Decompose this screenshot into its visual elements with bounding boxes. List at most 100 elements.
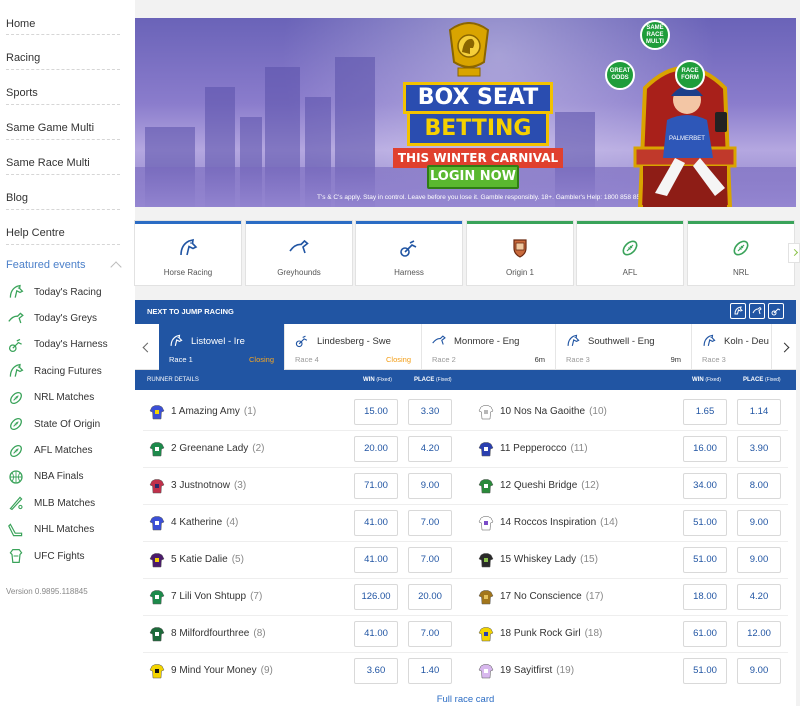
sidebar-link-same-race-multi[interactable]: Same Race Multi	[6, 140, 120, 175]
place-odds-button[interactable]: 7.00	[408, 510, 452, 536]
featured-item[interactable]: Today's Harness	[8, 332, 128, 358]
place-odds-button[interactable]: 7.00	[408, 547, 452, 573]
jockey-silk-icon	[149, 552, 165, 568]
tiles-next-button[interactable]	[788, 243, 800, 263]
win-odds-button[interactable]: 51.00	[683, 658, 727, 684]
win-odds-button[interactable]: 51.00	[683, 510, 727, 536]
football-icon	[8, 390, 24, 406]
runner-row: 1 Amazing Amy (1) 15.00 3.30 10 Nos Na Gaoit…	[135, 394, 796, 431]
runner-name[interactable]: 4 Katherine (4)	[171, 517, 238, 528]
runner-name[interactable]: 14 Roccos Inspiration (14)	[500, 517, 618, 528]
featured-item[interactable]: Today's Racing	[8, 279, 128, 305]
race-strip-next[interactable]	[772, 324, 796, 370]
win-odds-button[interactable]: 41.00	[354, 510, 398, 536]
featured-item[interactable]: NBA Finals	[8, 464, 128, 490]
login-now-button[interactable]: LOGIN NOW	[427, 165, 519, 189]
runner-entry: 5 Katie Dalie (5) 41.00 7.00	[135, 542, 465, 579]
race-tab[interactable]: Koln - Deu Race 3	[692, 324, 772, 370]
filter-horse-button[interactable]	[730, 303, 746, 319]
sport-tile[interactable]: Origin 1	[467, 221, 573, 285]
runner-name[interactable]: 12 Queshi Bridge (12)	[500, 480, 599, 491]
promo-banner[interactable]: BOX SEAT BETTING THIS WINTER CARNIVAL LO…	[135, 18, 796, 207]
race-tab[interactable]: Lindesberg - Swe Race 4 Closing	[285, 324, 422, 370]
full-race-card-link[interactable]: Full race card	[135, 694, 796, 705]
filter-greyhound-button[interactable]	[749, 303, 765, 319]
race-tab[interactable]: Southwell - Eng Race 3 9m	[556, 324, 692, 370]
runner-name[interactable]: 18 Punk Rock Girl (18)	[500, 628, 602, 639]
win-odds-button[interactable]: 41.00	[354, 621, 398, 647]
sidebar-link-same-game-multi[interactable]: Same Game Multi	[6, 105, 120, 140]
place-odds-button[interactable]: 1.40	[408, 658, 452, 684]
sport-tile[interactable]: Greyhounds	[246, 221, 352, 285]
sport-tile[interactable]: NRL	[688, 221, 794, 285]
sidebar-link-sports[interactable]: Sports	[6, 70, 120, 105]
place-odds-button[interactable]: 9.00	[737, 510, 781, 536]
win-odds-button[interactable]: 61.00	[683, 621, 727, 647]
win-odds-button[interactable]: 1.65	[683, 399, 727, 425]
place-odds-button[interactable]: 3.90	[737, 436, 781, 462]
sidebar-link-home[interactable]: Home	[6, 0, 120, 35]
place-odds-button[interactable]: 4.20	[408, 436, 452, 462]
runner-name[interactable]: 19 Sayitfirst (19)	[500, 665, 574, 676]
featured-item[interactable]: UFC Fights	[8, 543, 128, 569]
sidebar-link-help-centre[interactable]: Help Centre	[6, 210, 120, 245]
featured-item[interactable]: State Of Origin	[8, 411, 128, 437]
win-odds-button[interactable]: 34.00	[683, 473, 727, 499]
runner-name[interactable]: 11 Pepperocco (11)	[500, 443, 588, 454]
win-odds-button[interactable]: 51.00	[683, 547, 727, 573]
place-odds-button[interactable]: 12.00	[737, 621, 781, 647]
runner-name-text: 15 Whiskey Lady	[500, 554, 577, 565]
place-odds-button[interactable]: 9.00	[737, 658, 781, 684]
race-tab-venue: Koln - Deu	[702, 334, 771, 348]
win-odds-button[interactable]: 15.00	[354, 399, 398, 425]
runner-name[interactable]: 5 Katie Dalie (5)	[171, 554, 244, 565]
place-odds-button[interactable]: 4.20	[737, 584, 781, 610]
place-odds-button[interactable]: 1.14	[737, 399, 781, 425]
place-odds-button[interactable]: 20.00	[408, 584, 452, 610]
race-tab[interactable]: Listowel - Ire Race 1 Closing	[159, 324, 285, 370]
featured-item[interactable]: Racing Futures	[8, 358, 128, 384]
sidebar-link-racing[interactable]: Racing	[6, 35, 120, 70]
chevron-up-icon[interactable]	[110, 261, 122, 273]
sport-tile[interactable]: Horse Racing	[135, 221, 241, 285]
featured-item[interactable]: NHL Matches	[8, 517, 128, 543]
place-odds-button[interactable]: 3.30	[408, 399, 452, 425]
win-odds-button[interactable]: 20.00	[354, 436, 398, 462]
win-odds-button[interactable]: 126.00	[354, 584, 398, 610]
runner-name[interactable]: 10 Nos Na Gaoithe (10)	[500, 406, 607, 417]
featured-item[interactable]: NRL Matches	[8, 385, 128, 411]
runner-name[interactable]: 3 Justnotnow (3)	[171, 480, 246, 491]
win-odds-button[interactable]: 3.60	[354, 658, 398, 684]
race-type-filters	[730, 303, 784, 319]
runner-name[interactable]: 7 Lili Von Shtupp (7)	[171, 591, 262, 602]
jockey-silk-icon	[149, 404, 165, 420]
win-odds-button[interactable]: 41.00	[354, 547, 398, 573]
race-strip-prev[interactable]	[135, 324, 159, 370]
runner-name[interactable]: 17 No Conscience (17)	[500, 591, 604, 602]
win-odds-button[interactable]: 18.00	[683, 584, 727, 610]
win-odds-button[interactable]: 71.00	[354, 473, 398, 499]
jockey-silk-icon	[149, 663, 165, 679]
sidebar-link-blog[interactable]: Blog	[6, 175, 120, 210]
runner-name[interactable]: 8 Milfordfourthree (8)	[171, 628, 266, 639]
place-odds-button[interactable]: 9.00	[408, 473, 452, 499]
featured-events-header[interactable]: Featured events	[6, 259, 122, 273]
runner-name[interactable]: 9 Mind Your Money (9)	[171, 665, 273, 676]
featured-item[interactable]: AFL Matches	[8, 437, 128, 463]
place-odds-button[interactable]: 7.00	[408, 621, 452, 647]
filter-harness-button[interactable]	[768, 303, 784, 319]
runner-name[interactable]: 2 Greenane Lady (2)	[171, 443, 265, 454]
runner-name[interactable]: 1 Amazing Amy (1)	[171, 406, 256, 417]
runner-name[interactable]: 15 Whiskey Lady (15)	[500, 554, 598, 565]
place-odds-button[interactable]: 9.00	[737, 547, 781, 573]
place-odds-button[interactable]: 8.00	[737, 473, 781, 499]
featured-item[interactable]: Today's Greys	[8, 305, 128, 331]
featured-item[interactable]: MLB Matches	[8, 490, 128, 516]
win-odds-button[interactable]: 16.00	[683, 436, 727, 462]
sport-tile[interactable]: Harness	[356, 221, 462, 285]
sport-tile[interactable]: AFL	[577, 221, 683, 285]
race-tab[interactable]: Monmore - Eng Race 2 6m	[422, 324, 556, 370]
jockey-silk-icon	[478, 478, 494, 494]
runner-barrier: (10)	[589, 406, 607, 417]
same-race-multi-badge: SAME RACE MULTI	[640, 20, 670, 50]
